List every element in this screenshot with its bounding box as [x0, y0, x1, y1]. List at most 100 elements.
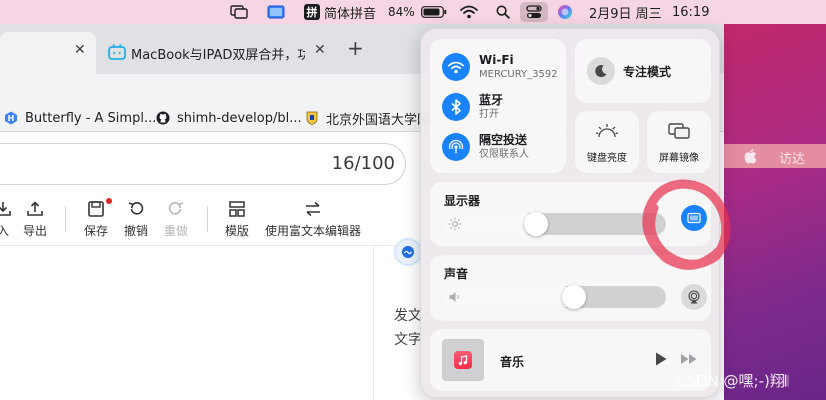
keyboard-brightness-tile[interactable]: 键盘亮度 [575, 111, 639, 173]
toolbar-divider [207, 206, 208, 232]
export-button[interactable]: 导出 [23, 200, 47, 239]
bluetooth-toggle[interactable]: 蓝牙 打开 [442, 93, 503, 121]
keyboard-brightness-icon [595, 123, 619, 143]
menubar-time[interactable]: 16:19 [672, 0, 709, 24]
export-label: 导出 [23, 224, 48, 238]
bluetooth-icon [442, 93, 470, 121]
import-label: 入 [0, 224, 9, 238]
import-button[interactable]: 入 [0, 200, 12, 239]
siri-icon[interactable] [557, 0, 573, 24]
skip-forward-icon[interactable] [680, 352, 698, 366]
close-icon[interactable]: ✕ [314, 42, 326, 58]
input-method-label: 简体拼音 [324, 6, 377, 22]
redo-label: 重做 [164, 224, 189, 238]
focus-mode-tile[interactable]: 专注模式 [575, 39, 711, 103]
airplay-audio-icon[interactable] [681, 284, 707, 310]
tab-editor[interactable]: ✕ [0, 32, 96, 74]
tab-macbook-ipad[interactable]: MacBook与IPAD双屏合并，功力 ✕ [100, 32, 335, 74]
undo-button[interactable]: 撤销 [124, 200, 148, 239]
bookmark-github[interactable]: shimh-develop/bl... [156, 108, 302, 128]
speaker-icon [449, 292, 459, 302]
bluetooth-status: 打开 [479, 109, 499, 120]
play-icon[interactable] [654, 351, 668, 367]
bookmark-butterfly[interactable]: H Butterfly - A Simpl... [4, 108, 156, 128]
volume-slider[interactable] [442, 285, 666, 309]
template-button[interactable]: 模版 [225, 200, 249, 239]
album-artwork [442, 339, 484, 381]
screen-mirroring-label: 屏幕镜像 [659, 153, 699, 164]
unsaved-dot [106, 198, 112, 204]
template-label: 模版 [225, 224, 250, 238]
control-center-toggle-icon[interactable] [520, 2, 548, 22]
save-icon [88, 201, 104, 217]
display-tile: 显示器 [430, 182, 711, 246]
menubar-date[interactable]: 2月9日 周三 [589, 0, 662, 24]
wifi-network-name: MERCURY_3592 [479, 69, 558, 80]
sound-label: 声音 [444, 267, 469, 281]
music-app-icon [454, 351, 472, 369]
control-center-panel: Wi-Fi MERCURY_3592 蓝牙 打开 隔空投送 仅限联系人 专注模式… [420, 28, 720, 398]
wifi-menu-icon[interactable] [460, 0, 478, 24]
redo-button[interactable]: 重做 [164, 200, 188, 239]
bluetooth-label: 蓝牙 [479, 93, 504, 107]
rich-text-editor-button[interactable]: 使用富文本编辑器 [265, 200, 361, 239]
template-icon [229, 201, 245, 217]
side-text-publish: 发文 [394, 308, 422, 324]
desktop-wallpaper: 访达 [724, 24, 826, 400]
save-button[interactable]: 保存 [84, 198, 112, 239]
battery-icon [420, 6, 446, 18]
tab-title: MacBook与IPAD双屏合并，功力 [131, 48, 305, 63]
spotlight-search-icon[interactable] [496, 0, 510, 24]
screen-mirroring-icon [668, 123, 690, 143]
display-slider-knob[interactable] [524, 212, 548, 236]
window-tiling-icon[interactable] [230, 0, 248, 24]
network-tile: Wi-Fi MERCURY_3592 蓝牙 打开 隔空投送 仅限联系人 [430, 39, 566, 173]
wifi-label: Wi-Fi [479, 53, 514, 67]
airdrop-status: 仅限联系人 [479, 149, 529, 160]
wifi-toggle[interactable]: Wi-Fi MERCURY_3592 [442, 53, 558, 81]
butterfly-icon: H [4, 111, 18, 125]
music-tile[interactable]: 音乐 [430, 329, 711, 391]
side-text-words: 文字 [394, 332, 422, 348]
menu-bar: 拼 简体拼音 84% 2月9日 周三 16:19 [0, 0, 826, 24]
bookmark-bfsu[interactable]: 北京外国语大学网 [305, 108, 430, 128]
finder-menu[interactable]: 访达 [779, 148, 805, 167]
assistant-avatar-icon[interactable] [394, 238, 422, 266]
moon-icon [587, 57, 615, 85]
svg-text:H: H [8, 114, 15, 123]
pinyin-badge-icon: 拼 [304, 4, 320, 20]
redo-icon [168, 202, 184, 215]
airdrop-label: 隔空投送 [479, 133, 528, 147]
toolbar-divider [65, 206, 66, 232]
title-char-counter: 16/100 [331, 153, 395, 174]
keyboard-brightness-label: 键盘亮度 [587, 153, 627, 164]
ipad-menu-bar: 访达 [724, 144, 826, 168]
display-brightness-slider[interactable] [442, 212, 666, 236]
new-tab-button[interactable]: + [347, 36, 364, 60]
bookmark-label: shimh-develop/bl... [177, 110, 302, 126]
article-title-input[interactable]: 16/100 [0, 143, 406, 185]
battery-percent: 84% [388, 5, 415, 19]
bilibili-icon [108, 44, 126, 64]
brightness-sun-icon [448, 217, 462, 231]
bookmark-label: 北京外国语大学网 [326, 112, 431, 128]
display-label: 显示器 [444, 194, 481, 208]
screen-mirroring-tile[interactable]: 屏幕镜像 [647, 111, 711, 173]
apple-logo-icon[interactable] [744, 148, 758, 164]
focus-mode-label: 专注模式 [623, 65, 672, 79]
airdrop-toggle[interactable]: 隔空投送 仅限联系人 [442, 133, 529, 161]
input-method-menu[interactable]: 拼 简体拼音 [304, 0, 376, 24]
display-settings-icon[interactable] [681, 205, 707, 231]
sidecar-display-icon[interactable] [267, 0, 285, 24]
volume-slider-knob[interactable] [562, 285, 586, 309]
undo-icon [128, 202, 144, 215]
content-divider [373, 246, 374, 400]
save-label: 保存 [84, 224, 109, 238]
export-icon [27, 201, 43, 216]
switch-editor-icon [306, 201, 320, 217]
battery-status[interactable]: 84% [388, 0, 447, 24]
editor-toolbar: 入 导出 保存 撤销 重做 模版 使用富文本编辑器 [0, 196, 420, 246]
close-icon[interactable]: ✕ [74, 42, 86, 58]
bfsu-icon [305, 111, 319, 125]
import-icon [0, 202, 11, 216]
